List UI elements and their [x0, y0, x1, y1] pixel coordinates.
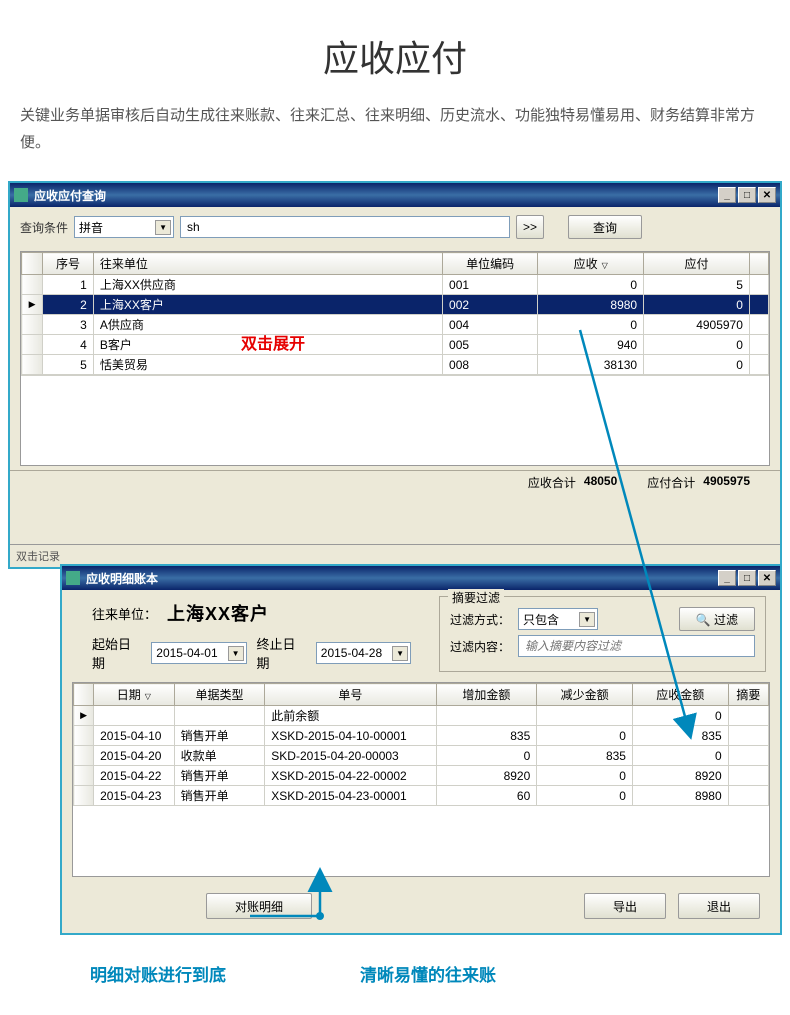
filter-mode-label: 过滤方式： — [450, 611, 510, 628]
window-title: 应收明细账本 — [86, 570, 158, 587]
table-row[interactable]: ▶2上海XX客户00289800 — [22, 295, 769, 315]
exit-button[interactable]: 退出 — [678, 893, 760, 919]
close-button[interactable]: ✕ — [758, 187, 776, 203]
end-date-input[interactable]: 2015-04-28 — [316, 642, 411, 664]
results-table: 序号 往来单位 单位编码 应收▽ 应付 1上海XX供应商00105▶2上海XX客… — [21, 252, 769, 375]
table-row[interactable]: 4B客户0059400 — [22, 335, 769, 355]
app-icon — [66, 571, 80, 585]
search-icon: 🔍 — [696, 613, 711, 627]
col-recv[interactable]: 应收▽ — [538, 253, 644, 275]
filter-mode-dropdown[interactable]: 只包含 — [518, 608, 598, 630]
end-date-label: 终止日期 — [257, 634, 306, 672]
col-scroll — [749, 253, 768, 275]
maximize-button[interactable]: □ — [738, 187, 756, 203]
query-toolbar: 查询条件 拼音 >> 查询 — [10, 207, 780, 247]
query-type-dropdown[interactable]: 拼音 — [74, 216, 174, 238]
table-row[interactable]: 3A供应商00404905970 — [22, 315, 769, 335]
table-row[interactable]: 5恬美贸易008381300 — [22, 355, 769, 375]
detail-button[interactable]: 对账明细 — [206, 893, 312, 919]
col-type[interactable]: 单据类型 — [174, 684, 265, 706]
table-row[interactable]: 2015-04-22销售开单XSKD-2015-04-22-0000289200… — [74, 766, 769, 786]
sum-pay-value: 4905975 — [703, 474, 750, 491]
unit-label: 往来单位： — [92, 604, 157, 623]
annotation-left: 明细对账进行到底 — [90, 961, 226, 986]
annotation-right: 清晰易懂的往来账 — [360, 961, 496, 986]
col-date[interactable]: 日期▽ — [94, 684, 175, 706]
table-row[interactable]: 1上海XX供应商00105 — [22, 275, 769, 295]
sort-indicator-icon: ▽ — [145, 692, 151, 701]
detail-table: 日期▽ 单据类型 单号 增加金额 减少金额 应收金额 摘要 ▶此前余额02015… — [73, 683, 769, 806]
titlebar: 应收明细账本 _ □ ✕ — [62, 566, 780, 590]
filter-content-input[interactable] — [518, 635, 755, 657]
detail-window: 应收明细账本 _ □ ✕ 往来单位： 上海XX客户 起始日期 2015-04-0… — [60, 564, 782, 935]
col-dec[interactable]: 减少金额 — [537, 684, 633, 706]
col-memo[interactable]: 摘要 — [728, 684, 768, 706]
page-title: 应收应付 — [0, 0, 790, 102]
col-rowhead[interactable] — [22, 253, 43, 275]
titlebar: 应收应付查询 _ □ ✕ — [10, 183, 780, 207]
query-button[interactable]: 查询 — [568, 215, 642, 239]
export-button[interactable]: 导出 — [584, 893, 666, 919]
minimize-button[interactable]: _ — [718, 570, 736, 586]
query-window: 应收应付查询 _ □ ✕ 查询条件 拼音 >> 查询 序号 往来单位 单位编码 … — [8, 181, 782, 569]
sum-pay-label: 应付合计 — [647, 474, 695, 491]
filter-button[interactable]: 🔍 过滤 — [679, 607, 755, 631]
close-button[interactable]: ✕ — [758, 570, 776, 586]
table-row[interactable]: 2015-04-20收款单SKD-2015-04-20-0000308350 — [74, 746, 769, 766]
start-date-label: 起始日期 — [92, 634, 141, 672]
filter-fieldset: 摘要过滤 过滤方式： 只包含 🔍 过滤 过滤内容： — [439, 596, 766, 672]
table-row[interactable]: ▶此前余额0 — [74, 706, 769, 726]
window-title: 应收应付查询 — [34, 187, 106, 204]
table-row[interactable]: 2015-04-23销售开单XSKD-2015-04-23-0000160089… — [74, 786, 769, 806]
filter-content-label: 过滤内容： — [450, 638, 510, 655]
col-code[interactable]: 单位编码 — [443, 253, 538, 275]
nav-next-button[interactable]: >> — [516, 215, 544, 239]
app-icon — [14, 188, 28, 202]
maximize-button[interactable]: □ — [738, 570, 756, 586]
filter-legend: 摘要过滤 — [448, 589, 504, 606]
minimize-button[interactable]: _ — [718, 187, 736, 203]
query-label: 查询条件 — [20, 219, 68, 236]
table-row[interactable]: 2015-04-10销售开单XSKD-2015-04-10-0000183508… — [74, 726, 769, 746]
col-no[interactable]: 序号 — [43, 253, 94, 275]
page-description: 关键业务单据审核后自动生成往来账款、往来汇总、往来明细、历史流水、功能独特易懂易… — [0, 102, 790, 181]
sum-recv-label: 应收合计 — [528, 474, 576, 491]
col-pay[interactable]: 应付 — [644, 253, 750, 275]
unit-value: 上海XX客户 — [167, 600, 269, 626]
start-date-input[interactable]: 2015-04-01 — [151, 642, 246, 664]
query-input[interactable] — [180, 216, 510, 238]
col-bal[interactable]: 应收金额 — [632, 684, 728, 706]
col-inc[interactable]: 增加金额 — [436, 684, 537, 706]
totals-footer: 应收合计 48050 应付合计 4905975 — [10, 470, 780, 494]
sum-recv-value: 48050 — [584, 474, 617, 491]
sort-indicator-icon: ▽ — [602, 261, 608, 270]
col-unit[interactable]: 往来单位 — [93, 253, 442, 275]
col-billno[interactable]: 单号 — [265, 684, 436, 706]
col-rowhead[interactable] — [74, 684, 94, 706]
